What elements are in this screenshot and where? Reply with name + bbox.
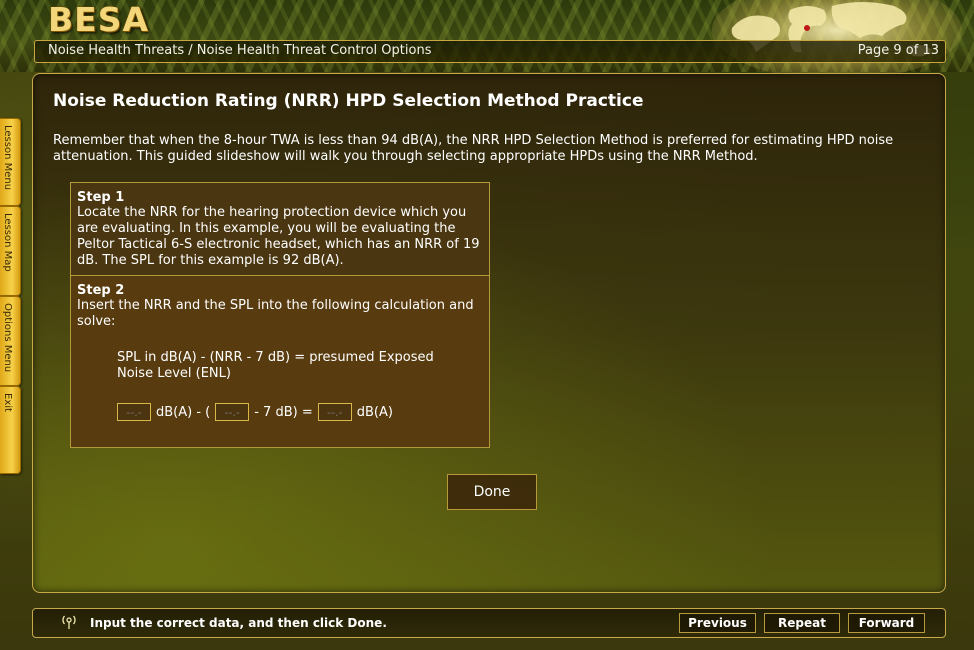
top-banner: BESA Noise Health Threats / Noise Health… — [0, 0, 974, 80]
bottom-bar: Input the correct data, and then click D… — [32, 608, 946, 638]
page-title: Noise Reduction Rating (NRR) HPD Selecti… — [53, 91, 644, 111]
step1-section: Step 1 Locate the NRR for the hearing pr… — [71, 183, 489, 276]
previous-button[interactable]: Previous — [679, 613, 756, 633]
step1-label: Step 1 — [77, 190, 125, 205]
tab-lesson-map-label: Lesson Map — [2, 213, 13, 272]
tab-exit-label: Exit — [2, 393, 13, 412]
instruction-text: Input the correct data, and then click D… — [90, 616, 387, 630]
step1-body: Locate the NRR for the hearing protectio… — [77, 205, 480, 268]
calc-text-2: - 7 dB) = — [254, 404, 313, 420]
forward-button[interactable]: Forward — [848, 613, 925, 633]
breadcrumb: Noise Health Threats / Noise Health Thre… — [48, 43, 432, 58]
tab-options-menu-label: Options Menu — [2, 303, 13, 373]
tab-options-menu[interactable]: Options Menu — [0, 296, 21, 386]
broadcast-icon — [62, 615, 76, 629]
nrr-input[interactable] — [215, 403, 250, 421]
tab-lesson-menu-label: Lesson Menu — [2, 125, 13, 191]
page-indicator: Page 9 of 13 — [857, 43, 939, 58]
tab-lesson-map[interactable]: Lesson Map — [0, 206, 21, 296]
calculation-row: dB(A) - ( - 7 dB) = dB(A) — [117, 401, 398, 423]
enl-input[interactable] — [317, 403, 352, 421]
step2-body: Insert the NRR and the SPL into the foll… — [77, 298, 474, 329]
repeat-button[interactable]: Repeat — [764, 613, 840, 633]
formula-text: SPL in dB(A) - (NRR - 7 dB) = presumed E… — [117, 350, 434, 381]
calc-text-1: dB(A) - ( — [156, 404, 211, 420]
step2-label: Step 2 — [77, 283, 125, 298]
done-button[interactable]: Done — [447, 474, 537, 510]
calc-text-3: dB(A) — [356, 404, 393, 420]
breadcrumb-bar: Noise Health Threats / Noise Health Thre… — [34, 40, 946, 63]
steps-box: Step 1 Locate the NRR for the hearing pr… — [70, 182, 490, 448]
content-panel: Noise Reduction Rating (NRR) HPD Selecti… — [32, 73, 946, 593]
tab-exit[interactable]: Exit — [0, 386, 21, 474]
intro-text: Remember that when the 8-hour TWA is les… — [53, 133, 894, 164]
besa-logo: BESA — [48, 0, 150, 39]
tab-lesson-menu[interactable]: Lesson Menu — [0, 118, 21, 206]
spl-input[interactable] — [117, 403, 151, 421]
